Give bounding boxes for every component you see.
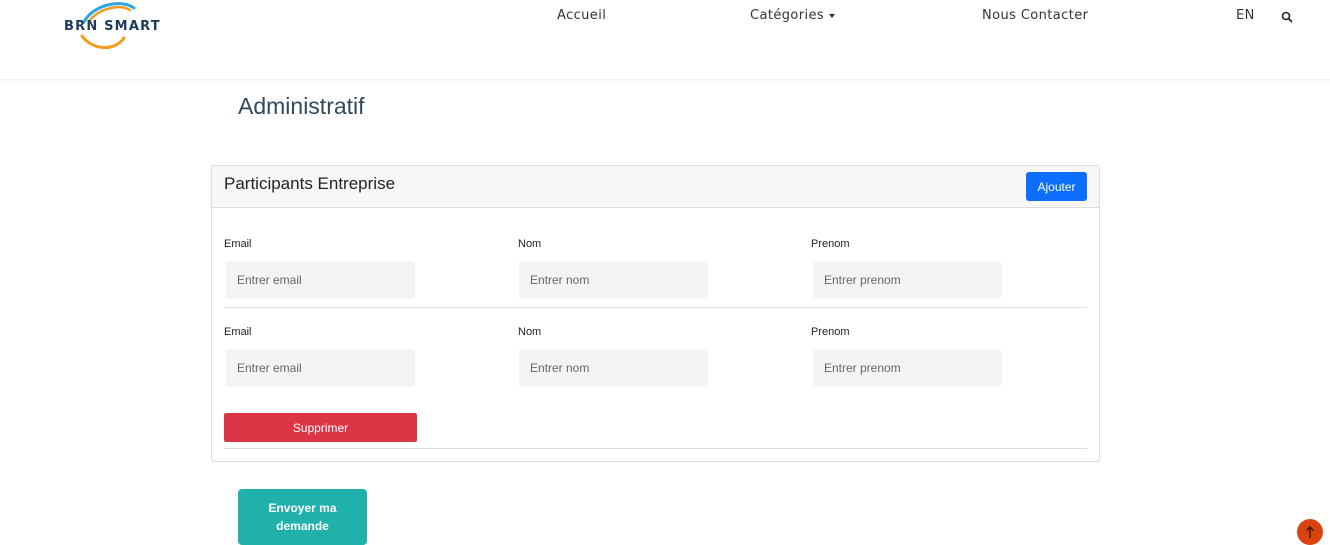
prenom-field[interactable] — [813, 349, 1002, 387]
nav-categories[interactable]: Catégories — [750, 8, 836, 23]
nav-categories-label: Catégories — [750, 8, 825, 23]
prenom-label: Prenom — [811, 326, 850, 338]
page-title: Administratif — [238, 93, 365, 119]
scroll-to-top-button[interactable] — [1297, 519, 1323, 545]
prenom-label: Prenom — [811, 238, 850, 250]
search-icon[interactable] — [1281, 11, 1293, 23]
row-divider — [224, 448, 1087, 449]
delete-participant-button[interactable]: Supprimer — [224, 413, 417, 442]
email-field[interactable] — [226, 349, 415, 387]
nom-label: Nom — [518, 326, 542, 338]
participants-card: Participants Entreprise Ajouter Email No… — [211, 165, 1100, 462]
caret-down-icon — [829, 13, 836, 18]
nav-contact[interactable]: Nous Contacter — [982, 8, 1088, 23]
row-divider — [224, 307, 1087, 308]
card-header: Participants Entreprise Ajouter — [212, 166, 1099, 208]
brand-logo[interactable]: BRN SMART — [62, 0, 178, 50]
email-label: Email — [224, 238, 252, 250]
email-label: Email — [224, 326, 252, 338]
arrow-up-icon — [1306, 526, 1314, 538]
site-header: BRN SMART Accueil Catégories Nous Contac… — [0, 0, 1330, 80]
email-field[interactable] — [226, 261, 415, 299]
language-switch[interactable]: EN — [1236, 8, 1255, 23]
nom-field[interactable] — [519, 261, 708, 299]
card-title: Participants Entreprise — [224, 174, 396, 193]
prenom-field[interactable] — [813, 261, 1002, 299]
brand-name: BRN SMART — [64, 19, 161, 34]
send-request-button[interactable]: Envoyer ma demande — [238, 489, 367, 545]
nom-label: Nom — [518, 238, 542, 250]
nav-accueil[interactable]: Accueil — [557, 8, 606, 23]
add-participant-button[interactable]: Ajouter — [1026, 172, 1087, 201]
nom-field[interactable] — [519, 349, 708, 387]
